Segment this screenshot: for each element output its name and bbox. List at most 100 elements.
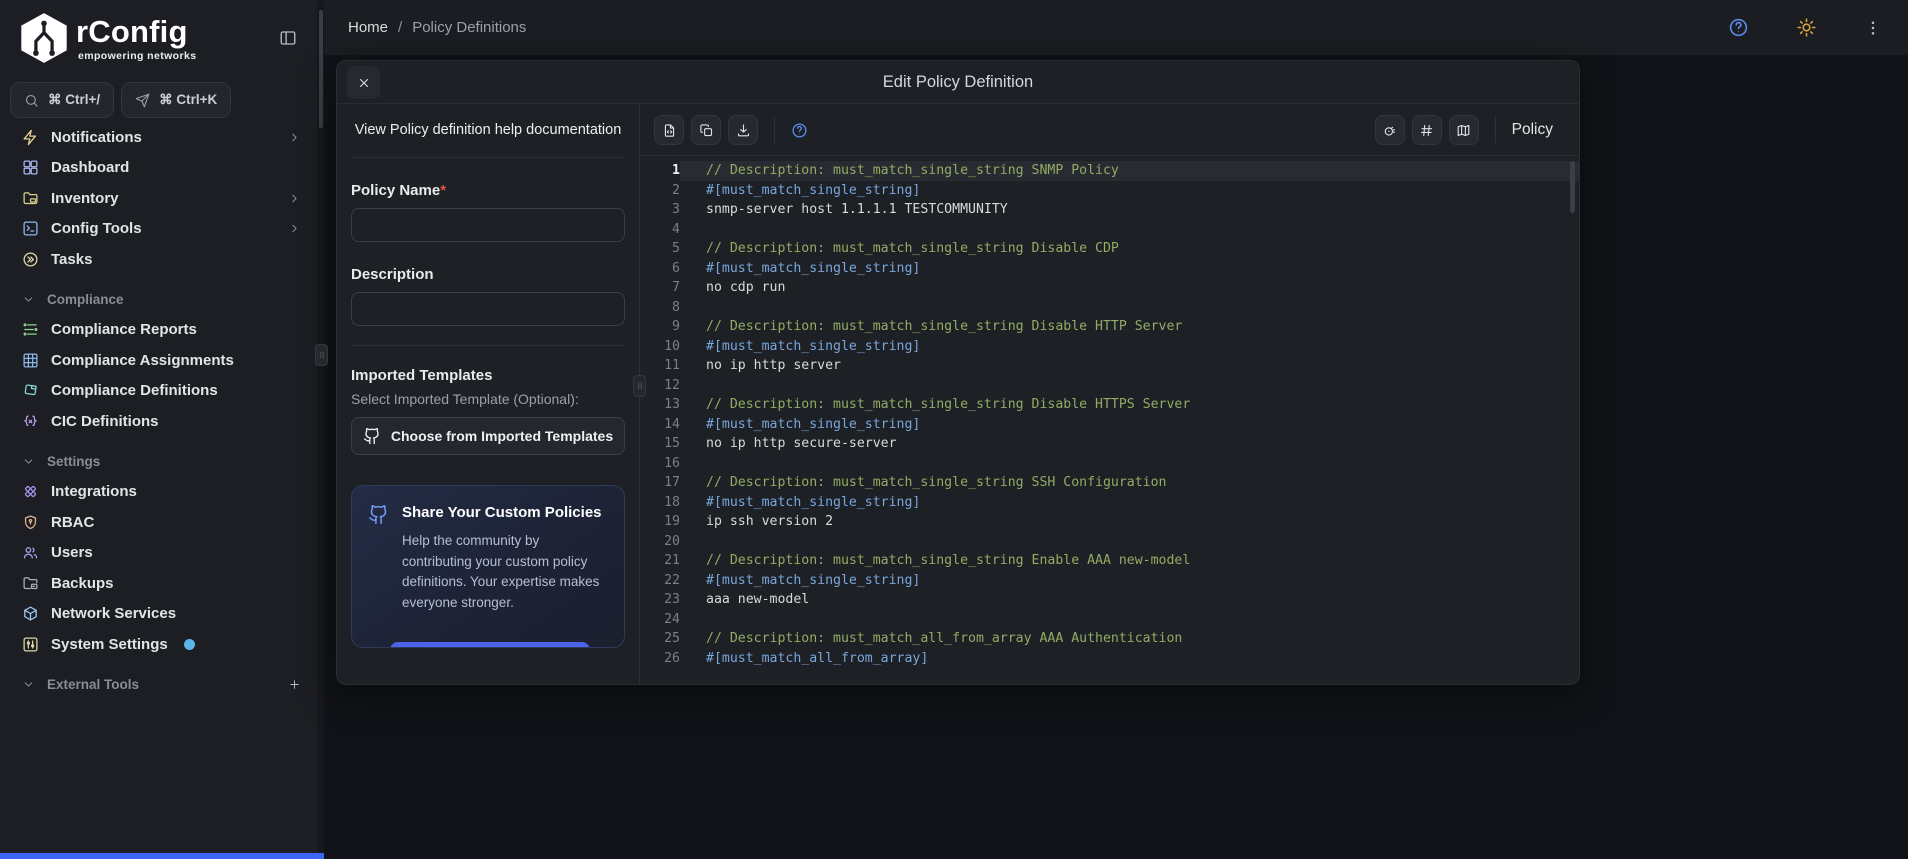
file-code-button[interactable]	[654, 115, 684, 145]
sidebar-item-label: Network Services	[51, 605, 177, 623]
panel-resize-handle[interactable]	[633, 375, 646, 397]
code-line-16: 16	[640, 454, 1579, 474]
sidebar-item-system-settings[interactable]: System Settings	[0, 629, 317, 660]
sidebar-item-network-services[interactable]: Network Services	[0, 599, 317, 630]
sidebar-item-label: Compliance Reports	[51, 321, 197, 339]
sidebar-item-config-tools[interactable]: Config Tools	[0, 214, 317, 245]
sidebar-item-compliance-reports[interactable]: Compliance Reports	[0, 315, 317, 346]
share-card-title: Share Your Custom Policies	[402, 504, 602, 521]
editor-gauge-button[interactable]	[1374, 115, 1405, 145]
sidebar-item-cic-definitions[interactable]: CIC Definitions	[0, 406, 317, 437]
download-icon	[736, 123, 751, 138]
line-content: ip ssh version 2	[706, 514, 834, 529]
sidebar-item-rbac[interactable]: RBAC	[0, 507, 317, 538]
minimap-button[interactable]	[1448, 115, 1479, 145]
terminal-icon	[22, 220, 39, 237]
line-content	[680, 220, 1579, 240]
sidebar-item-users[interactable]: Users	[0, 538, 317, 569]
modal-header: Edit Policy Definition	[337, 61, 1579, 104]
line-content: no cdp run	[706, 280, 786, 295]
sidebar-item-notifications[interactable]: Notifications	[0, 122, 317, 153]
edit-policy-modal: Edit Policy Definition View Policy defin…	[336, 60, 1580, 685]
download-button[interactable]	[728, 115, 758, 145]
policy-name-input[interactable]	[351, 208, 625, 242]
bottom-accent-bar	[0, 853, 324, 859]
line-content	[680, 454, 1579, 474]
copy-button[interactable]	[691, 115, 721, 145]
code-line-1: 1// Description: must_match_single_strin…	[640, 161, 1579, 181]
sidebar-resize-handle[interactable]	[315, 344, 328, 366]
line-number: 6	[672, 260, 680, 276]
sidebar-item-compliance-definitions[interactable]: Compliance Definitions	[0, 376, 317, 407]
breadcrumb-separator: /	[398, 19, 403, 36]
modal-backdrop: Edit Policy Definition View Policy defin…	[324, 55, 1908, 859]
policy-name-label: Policy Name*	[351, 182, 447, 199]
help-icon[interactable]	[1728, 17, 1749, 38]
line-number: 19	[664, 514, 680, 529]
users-icon	[22, 544, 39, 561]
sidebar-item-label: Notifications	[51, 128, 142, 146]
sidebar-item-compliance-assignments[interactable]: Compliance Assignments	[0, 345, 317, 376]
line-content	[680, 298, 1579, 318]
line-content: no ip http server	[706, 358, 841, 373]
line-number: 13	[664, 397, 680, 412]
editor-mode-label: Policy	[1511, 121, 1553, 138]
line-number: 17	[664, 475, 680, 490]
line-content	[680, 532, 1579, 552]
search-shortcut-button[interactable]: ⌘ Ctrl+/	[10, 82, 115, 118]
code-editor[interactable]: 1// Description: must_match_single_strin…	[640, 157, 1579, 665]
toolbar-separator	[1494, 117, 1496, 143]
sidebar-item-backups[interactable]: Backups	[0, 568, 317, 599]
breadcrumb: Home / Policy Definitions	[348, 19, 526, 36]
line-number: 22	[664, 572, 680, 588]
share-on-github-button[interactable]	[390, 642, 590, 647]
folder-box-icon	[22, 190, 39, 207]
code-line-25: 25 // Description: must_match_all_from_ar…	[640, 629, 1579, 649]
kebab-menu-icon[interactable]	[1864, 19, 1882, 37]
close-modal-button[interactable]	[347, 66, 380, 99]
policy-form-panel: View Policy definition help documentatio…	[337, 105, 639, 662]
sidebar-section-compliance[interactable]: Compliance	[0, 285, 317, 315]
sidebar-section-settings[interactable]: Settings	[0, 447, 317, 477]
line-number: 9	[672, 319, 680, 334]
line-content: // Description: must_match_single_string…	[706, 319, 1183, 334]
breadcrumb-current: Policy Definitions	[412, 19, 527, 36]
editor-scrollbar-thumb[interactable]	[1570, 161, 1575, 213]
line-number: 5	[672, 241, 680, 256]
sidebar-item-integrations[interactable]: Integrations	[0, 477, 317, 508]
sidebar-item-label: Inventory	[51, 189, 119, 207]
line-content: // Description: must_match_single_string…	[706, 397, 1191, 412]
policy-help-doc-link[interactable]: View Policy definition help documentatio…	[351, 122, 625, 138]
line-content: aaa new-model	[706, 592, 810, 607]
editor-help-icon[interactable]	[791, 122, 808, 139]
search-shortcut-label: ⌘ Ctrl+/	[48, 92, 101, 107]
sidebar-collapse-icon[interactable]	[279, 29, 297, 47]
sidebar-item-dashboard[interactable]: Dashboard	[0, 153, 317, 184]
line-number: 21	[664, 553, 680, 568]
line-content	[680, 610, 1579, 630]
sidebar-nav: Notifications Dashboard Inventory Config To…	[0, 122, 317, 700]
sidebar-item-label: Tasks	[51, 250, 93, 268]
sidebar-section-external-tools[interactable]: External Tools	[0, 670, 317, 700]
line-content: #[must_match_single_string]	[706, 338, 921, 354]
main-area: Home / Policy Definitions Edit Policy De…	[324, 0, 1908, 859]
add-external-tool-icon[interactable]	[288, 678, 301, 691]
theme-sun-icon[interactable]	[1796, 17, 1817, 38]
code-line-14: 14 #[must_match_single_string]	[640, 415, 1579, 435]
divider	[351, 345, 625, 346]
sidebar-item-inventory[interactable]: Inventory	[0, 183, 317, 214]
line-content: snmp-server host 1.1.1.1 TESTCOMMUNITY	[706, 202, 1008, 217]
send-icon	[135, 93, 150, 108]
description-input[interactable]	[351, 292, 625, 326]
share-card-body: Help the community by contributing your …	[402, 533, 600, 610]
page-scrollbar-thumb[interactable]	[318, 10, 323, 128]
line-numbers-button[interactable]	[1411, 115, 1442, 145]
line-number: 16	[664, 455, 680, 471]
modal-title: Edit Policy Definition	[882, 72, 1034, 91]
sidebar-item-label: CIC Definitions	[51, 412, 159, 430]
breadcrumb-home[interactable]: Home	[348, 19, 388, 36]
sidebar-item-tasks[interactable]: Tasks	[0, 244, 317, 275]
command-shortcut-button[interactable]: ⌘ Ctrl+K	[121, 82, 232, 118]
choose-imported-templates-button[interactable]: Choose from Imported Templates	[351, 417, 625, 455]
gauge-icon	[1382, 123, 1397, 138]
